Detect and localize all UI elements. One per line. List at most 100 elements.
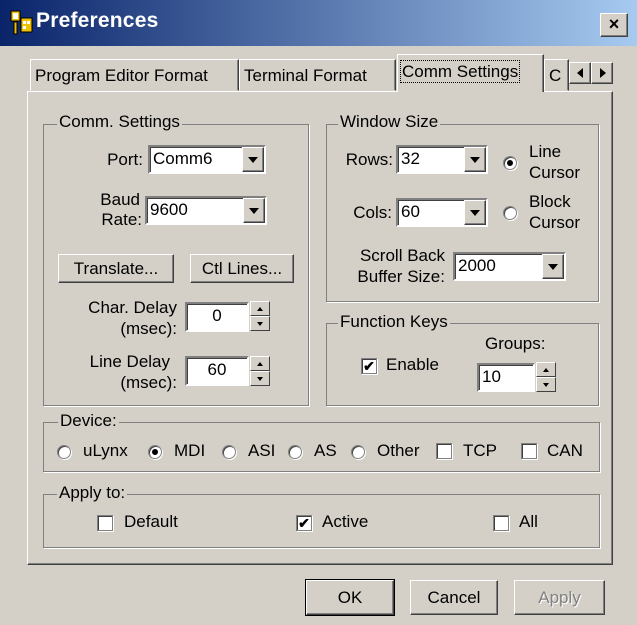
scroll-back-label-line2: Buffer Size: [357, 267, 445, 286]
spin-down-button[interactable] [536, 377, 556, 392]
device-as-label: AS [314, 441, 337, 460]
apply-to-legend: Apply to: [57, 483, 128, 503]
scroll-back-label-line1: Scroll Back [359, 246, 445, 265]
line-cursor-radio[interactable] [503, 156, 517, 170]
device-mdi-label: MDI [174, 441, 206, 460]
arrow-up-icon [257, 361, 263, 366]
dropdown-button[interactable] [464, 200, 486, 225]
tab-scroll-right-button[interactable] [591, 62, 613, 84]
apply-active-checkbox[interactable]: ✔ [296, 515, 312, 531]
port-value: Comm6 [153, 149, 213, 168]
dropdown-button[interactable] [464, 147, 486, 172]
arrow-up-icon [257, 306, 263, 311]
groups-label: Groups: [485, 334, 546, 353]
device-asi-label: ASI [248, 441, 276, 460]
chevron-down-icon [470, 156, 480, 163]
cols-label: Cols: [353, 203, 392, 222]
baud-rate-select[interactable]: 9600 [145, 196, 267, 225]
device-ulynx-label: uLynx [83, 441, 128, 460]
tcp-label: TCP [463, 441, 497, 460]
ctl-lines-button[interactable]: Ctl Lines... [190, 254, 294, 283]
arrow-down-icon [257, 321, 263, 326]
device-mdi-radio[interactable] [148, 445, 162, 459]
tab-terminal-format[interactable]: Terminal Format [239, 59, 396, 91]
apply-button[interactable]: Apply [514, 580, 605, 615]
block-cursor-radio[interactable] [503, 206, 517, 220]
char-delay-label-line2: (msec): [120, 319, 177, 338]
device-other-radio[interactable] [351, 445, 365, 459]
scroll-back-select[interactable]: 2000 [453, 252, 566, 281]
tab-label: Program Editor Format [35, 66, 208, 85]
tab-program-editor-format[interactable]: Program Editor Format [30, 59, 239, 91]
line-cursor-label-line2: Cursor [529, 163, 581, 182]
rows-value: 32 [401, 149, 420, 168]
tab-label: Terminal Format [244, 66, 367, 85]
function-keys-legend: Function Keys [338, 312, 450, 332]
window-title: Preferences [36, 9, 159, 32]
cancel-button[interactable]: Cancel [410, 580, 498, 615]
can-label: CAN [547, 441, 583, 460]
tab-label: C [549, 66, 562, 85]
tcp-checkbox[interactable] [436, 443, 452, 459]
comm-settings-legend: Comm. Settings [57, 112, 182, 132]
enable-checkbox[interactable]: ✔ [361, 358, 377, 374]
apply-default-checkbox[interactable] [97, 515, 113, 531]
tab-overflow[interactable]: C [544, 59, 569, 91]
tab-scroll-left-button[interactable] [569, 62, 591, 84]
scroll-back-value: 2000 [458, 256, 496, 275]
spin-down-button[interactable] [250, 316, 270, 331]
line-cursor-label-line1: Line [529, 142, 562, 161]
title-bar[interactable]: Preferences × [0, 0, 637, 46]
device-ulynx-radio[interactable] [57, 445, 71, 459]
arrow-down-icon [543, 382, 549, 387]
spin-down-button[interactable] [250, 371, 270, 386]
tab-label: Comm Settings [399, 60, 521, 83]
spin-up-button[interactable] [250, 356, 270, 371]
char-delay-spinner[interactable] [250, 301, 270, 331]
tab-comm-settings[interactable]: Comm Settings [397, 54, 544, 92]
spin-up-button[interactable] [250, 301, 270, 316]
char-delay-label-line1: Char. Delay [88, 298, 177, 317]
cols-select[interactable]: 60 [396, 198, 488, 227]
arrow-up-icon [543, 367, 549, 372]
ok-button[interactable]: OK [305, 579, 395, 616]
apply-all-checkbox[interactable] [493, 515, 509, 531]
device-other-label: Other [377, 441, 420, 460]
can-checkbox[interactable] [521, 443, 537, 459]
arrow-down-icon [257, 376, 263, 381]
block-cursor-label-line1: Block [529, 192, 571, 211]
spin-up-button[interactable] [536, 362, 556, 377]
translate-button[interactable]: Translate... [58, 254, 174, 283]
port-label: Port: [107, 150, 143, 169]
char-delay-input[interactable]: 0 [185, 302, 249, 332]
window-size-legend: Window Size [338, 112, 441, 132]
dropdown-button[interactable] [542, 254, 564, 279]
apply-all-label: All [519, 512, 538, 531]
rows-label: Rows: [345, 150, 393, 169]
port-select[interactable]: Comm6 [148, 145, 266, 174]
chevron-down-icon [248, 156, 258, 163]
block-cursor-label-line2: Cursor [529, 213, 581, 232]
close-button[interactable]: × [600, 13, 628, 37]
line-delay-input[interactable]: 60 [185, 356, 249, 386]
apply-default-label: Default [124, 512, 178, 531]
chevron-down-icon [249, 207, 259, 214]
app-icon [10, 10, 33, 35]
groups-input[interactable]: 10 [477, 363, 535, 392]
dropdown-button[interactable] [243, 198, 265, 223]
groups-spinner[interactable] [536, 362, 556, 392]
line-delay-label-line1: Line Delay [89, 352, 170, 371]
baud-value: 9600 [150, 200, 188, 219]
baud-label-line1: Baud [100, 190, 140, 209]
chevron-down-icon [548, 263, 558, 270]
device-as-radio[interactable] [288, 445, 302, 459]
line-delay-spinner[interactable] [250, 356, 270, 386]
baud-label-line2: Rate: [101, 210, 142, 229]
enable-label: Enable [386, 355, 439, 374]
rows-select[interactable]: 32 [396, 145, 488, 174]
dropdown-button[interactable] [242, 147, 264, 172]
cols-value: 60 [401, 202, 420, 221]
arrow-right-icon [600, 68, 606, 78]
device-legend: Device: [58, 411, 119, 431]
device-asi-radio[interactable] [222, 445, 236, 459]
